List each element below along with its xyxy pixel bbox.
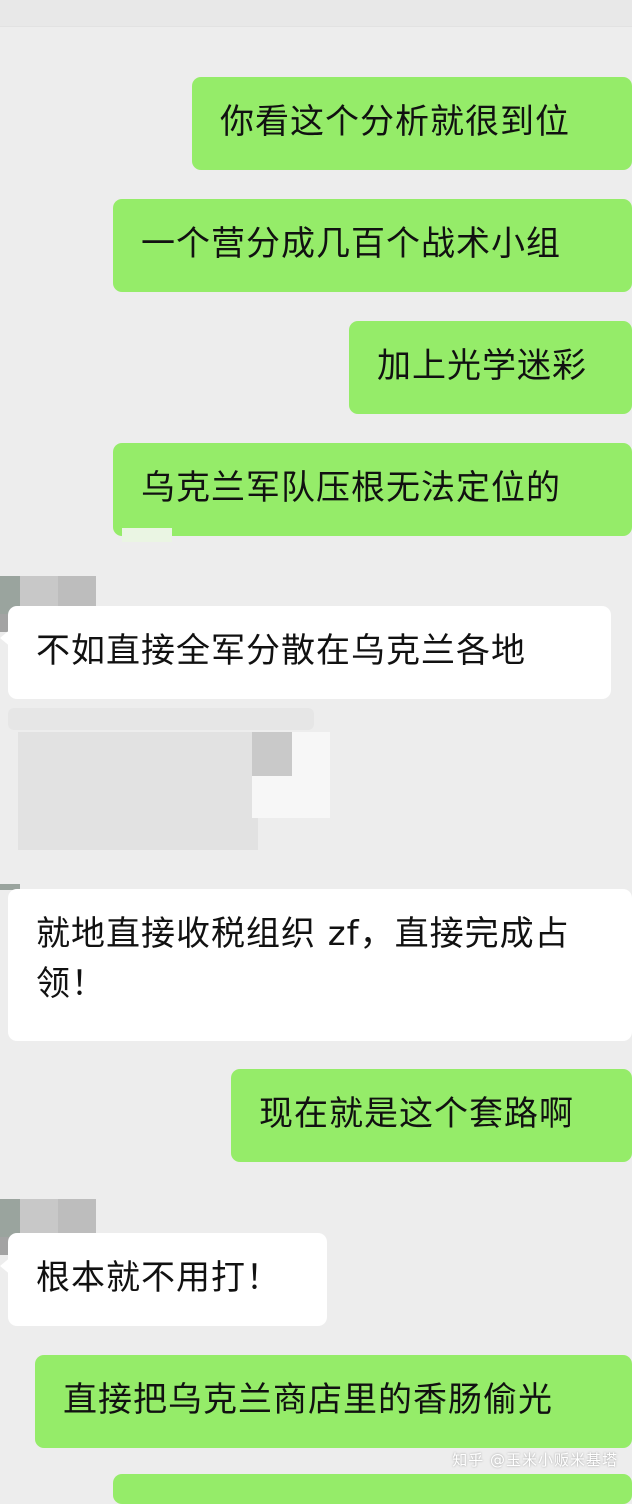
message-text: 一个营分成几百个战术小组	[141, 224, 561, 264]
blur-patch	[122, 528, 172, 542]
message-text: 乌克兰军队压根无法定位的	[141, 468, 561, 508]
message-bubble-outgoing[interactable]: 直接把乌克兰商店里的香肠偷光	[35, 1355, 632, 1448]
watermark: 知乎 @玉米小贩米基塔	[452, 1451, 618, 1469]
message-text: 不如直接全军分散在乌克兰各地	[36, 631, 526, 671]
message-text: 就地直接收税组织 zf，直接完成占领！	[36, 914, 570, 1004]
message-bubble-outgoing[interactable]: 现在就是这个套路啊	[231, 1069, 632, 1162]
message-text: 你看这个分析就很到位	[220, 102, 570, 142]
message-text: 加上光学迷彩	[377, 346, 587, 386]
message-text: 直接把乌克兰商店里的香肠偷光	[63, 1380, 553, 1420]
message-bubble-incoming[interactable]: 不如直接全军分散在乌克兰各地	[8, 606, 611, 699]
message-bubble-outgoing[interactable]: 乌克兰军队压根无法定位的	[113, 443, 632, 536]
message-bubble-outgoing[interactable]: 你看这个分析就很到位	[192, 77, 632, 170]
message-bubble-outgoing[interactable]: 加上光学迷彩	[349, 321, 632, 414]
top-divider	[0, 0, 632, 27]
redacted-message	[8, 708, 330, 854]
message-bubble-outgoing[interactable]: 一个营分成几百个战术小组	[113, 199, 632, 292]
message-text: 现在就是这个套路啊	[259, 1094, 574, 1134]
message-bubble-incoming[interactable]: 就地直接收税组织 zf，直接完成占领！	[8, 889, 632, 1041]
message-bubble-incoming[interactable]: 根本就不用打！	[8, 1233, 327, 1326]
message-bubble-outgoing-partial[interactable]	[113, 1474, 632, 1504]
message-text: 根本就不用打！	[36, 1258, 281, 1298]
